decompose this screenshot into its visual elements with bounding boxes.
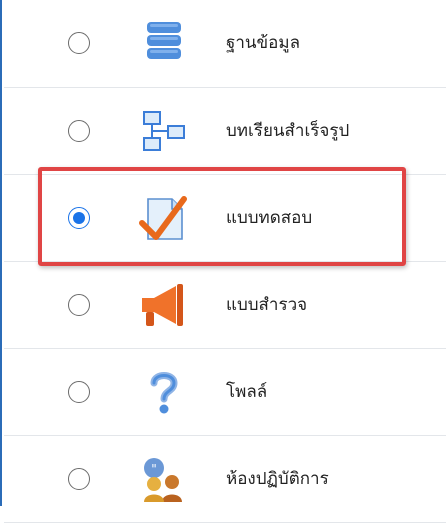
svg-text:": " (151, 462, 157, 476)
radio-button-lesson[interactable] (68, 120, 90, 142)
activity-label-poll: โพลล์ (226, 382, 268, 402)
activity-label-lesson: บทเรียนสำเร็จรูป (226, 121, 350, 141)
activity-option-quiz[interactable]: แบบทดสอบ (4, 175, 446, 262)
activity-option-database[interactable]: ฐานข้อมูล (4, 0, 446, 88)
survey-megaphone-icon (138, 280, 190, 332)
activity-option-workshop[interactable]: " ห้องปฏิบัติการ (4, 436, 446, 523)
quiz-icon (138, 193, 190, 245)
radio-button-workshop[interactable] (68, 468, 90, 490)
radio-button-survey[interactable] (68, 294, 90, 316)
activity-chooser-panel: ฐานข้อมูล บทเรียนสำเร็จรูป แบบทดสอบ แบบส… (0, 0, 446, 523)
activity-label-workshop: ห้องปฏิบัติการ (226, 469, 329, 489)
radio-button-database[interactable] (68, 32, 90, 54)
lesson-icon (138, 106, 190, 158)
activity-option-poll[interactable]: โพลล์ (4, 349, 446, 436)
activity-label-quiz: แบบทดสอบ (226, 208, 313, 228)
poll-question-icon (138, 367, 190, 419)
database-icon (138, 18, 190, 70)
activity-label-survey: แบบสำรวจ (226, 295, 308, 315)
activity-label-database: ฐานข้อมูล (226, 33, 301, 53)
workshop-people-icon: " (138, 454, 190, 506)
activity-option-survey[interactable]: แบบสำรวจ (4, 262, 446, 349)
radio-button-quiz[interactable] (68, 207, 90, 229)
radio-button-poll[interactable] (68, 381, 90, 403)
activity-list: ฐานข้อมูล บทเรียนสำเร็จรูป แบบทดสอบ แบบส… (4, 0, 446, 523)
activity-option-lesson[interactable]: บทเรียนสำเร็จรูป (4, 88, 446, 175)
